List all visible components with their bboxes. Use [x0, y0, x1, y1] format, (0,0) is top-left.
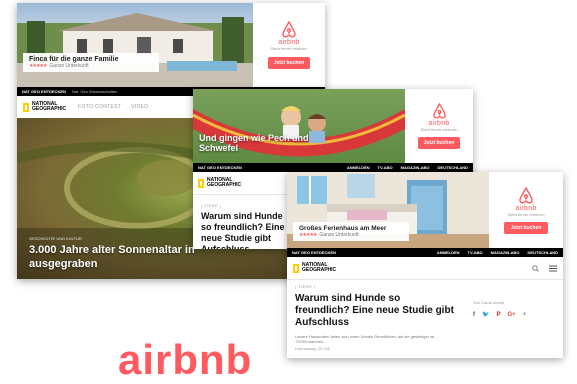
airbnb-ad-banner[interactable]: Großes Ferienhaus am Meer ★★★★★ Ganze Un… [287, 172, 563, 248]
ad-caption: Großes Ferienhaus am Meer ★★★★★ Ganze Un… [293, 222, 409, 241]
article-date: Donnerstag, 20 Juli [295, 345, 330, 351]
nav-country[interactable]: DEUTSCHLAND [438, 165, 468, 170]
rating-stars: ★★★★★ [299, 232, 317, 238]
ad-brand-panel: airbnb Steht ferner erfahren Jetzt buche… [405, 89, 473, 163]
screenshot-card-3: Großes Ferienhaus am Meer ★★★★★ Ganze Un… [287, 172, 563, 358]
nav-video[interactable]: VIDEO [131, 104, 148, 110]
nav-top-bar: NAT GEO ENTDECKEN ANMELDEN TV-ABO MAGAZI… [287, 248, 563, 257]
nav-foto-contest[interactable]: FOTO-CONTEST [78, 104, 121, 110]
hero-category: GESCHICHTE UND KULTUR [29, 236, 82, 241]
villa-illustration [17, 13, 253, 87]
article-author: Von Carrie Arnold [473, 300, 505, 305]
book-now-button[interactable]: Jetzt buchen [503, 221, 549, 234]
nav-science-link[interactable]: Nat. Geo Wissenschaften [72, 89, 117, 94]
article-headline[interactable]: Warum sind Hunde so freundlich? Eine neu… [201, 211, 291, 249]
facebook-icon[interactable]: f [473, 312, 475, 318]
natgeo-logo[interactable]: NATIONAL GEOGRAPHIC [23, 102, 66, 112]
airbnb-ad-banner[interactable]: Und gingen wie Pech und Schwefel airbnb … [193, 89, 473, 163]
google-plus-icon[interactable]: G+ [508, 312, 516, 318]
airbnb-wordmark: airbnb [278, 39, 300, 46]
airbnb-wordmark: airbnb [428, 120, 450, 127]
ad-photo-bedroom: Großes Ferienhaus am Meer ★★★★★ Ganze Un… [287, 172, 489, 248]
hero-headline[interactable]: 3.000 Jahre alter Sonnenaltar in ausgegr… [29, 244, 219, 272]
airbnb-logo-icon [519, 186, 533, 203]
article-sidebar: Von Carrie Arnold f 🐦 P G+ + [473, 300, 553, 318]
airbnb-logo-icon [282, 21, 296, 38]
ad-caption-sub: Ganze Unterkunft [319, 232, 359, 238]
rating-stars: ★★★★★ [29, 63, 47, 69]
article-category: TIERE [204, 203, 219, 208]
natgeo-logo[interactable]: NATIONAL GEOGRAPHIC [198, 178, 241, 188]
search-icon[interactable] [532, 264, 539, 272]
natgeo-header: NATIONAL GEOGRAPHIC [287, 257, 563, 280]
nav-login[interactable]: ANMELDEN [347, 165, 370, 170]
ad-tagline: Steht ferner erfahren [420, 127, 458, 132]
airbnb-wordmark: airbnb [515, 204, 537, 212]
ad-caption-title: Finca für die ganze Familie [29, 56, 119, 63]
nav-magazin-abo[interactable]: MAGAZIN-ABO [491, 250, 520, 255]
nav-country[interactable]: DEUTSCHLAND [528, 250, 558, 255]
natgeo-logo[interactable]: NATIONAL GEOGRAPHIC [293, 263, 336, 273]
ad-brand-panel: airbnb Steht ferner erfahren Jetzt buche… [489, 172, 563, 248]
ad-tagline: Steht ferner erfahren [270, 46, 308, 51]
ad-caption-sub: Ganze Unterkunft [49, 63, 89, 69]
ad-tagline: Steht ferner erfahren [507, 211, 545, 217]
article-teaser: Unsere Hauskrafen laden sich einen Unsal… [295, 333, 435, 344]
ad-caption-title: Großes Ferienhaus am Meer [299, 225, 387, 232]
ad-caption-title: Und gingen wie Pech und Schwefel [199, 133, 309, 154]
article-main: | TIERE | Warum sind Hunde so freundlich… [295, 284, 455, 351]
natgeo-yellow-frame-icon [293, 263, 299, 273]
share-buttons: f 🐦 P G+ + [473, 311, 553, 319]
airbnb-logo-icon [432, 103, 446, 119]
ad-caption: Finca für die ganze Familie ★★★★★ Ganze … [23, 53, 159, 72]
nav-magazin-abo[interactable]: MAGAZIN-ABO [401, 165, 430, 170]
ad-photo-hammock: Und gingen wie Pech und Schwefel [193, 89, 405, 163]
nav-explore-link[interactable]: NAT GEO ENTDECKEN [292, 250, 336, 255]
nav-tv-abo[interactable]: TV-ABO [378, 165, 393, 170]
article-category: TIERE [298, 284, 313, 289]
hamburger-menu-icon[interactable] [549, 265, 557, 272]
nav-explore-link[interactable]: NAT GEO ENTDECKEN [22, 89, 66, 94]
natgeo-yellow-frame-icon [198, 178, 204, 188]
book-now-button[interactable]: Jetzt buchen [417, 137, 461, 149]
ad-brand-panel: airbnb Steht ferner erfahren Jetzt buche… [253, 3, 325, 87]
nav-tv-abo[interactable]: TV-ABO [468, 250, 483, 255]
bottom-airbnb-wordmark: airbnb [118, 336, 253, 383]
nav-explore-link[interactable]: NAT GEO ENTDECKEN [198, 165, 242, 170]
book-now-button[interactable]: Jetzt buchen [267, 57, 311, 69]
ad-photo-villa: Finca für die ganze Familie ★★★★★ Ganze … [17, 3, 253, 87]
twitter-icon[interactable]: 🐦 [482, 311, 489, 318]
airbnb-ad-banner[interactable]: Finca für die ganze Familie ★★★★★ Ganze … [17, 3, 325, 87]
article-preview: | TIERE | Warum sind Hunde so freundlich… [201, 203, 291, 249]
more-share-icon[interactable]: + [523, 312, 527, 318]
natgeo-yellow-frame-icon [23, 102, 29, 112]
pinterest-icon[interactable]: P [496, 312, 500, 318]
article-headline[interactable]: Warum sind Hunde so freundlich? Eine neu… [295, 293, 455, 330]
nav-login[interactable]: ANMELDEN [437, 250, 460, 255]
nav-top-bar: NAT GEO ENTDECKEN ANMELDEN TV-ABO MAGAZI… [193, 163, 473, 172]
